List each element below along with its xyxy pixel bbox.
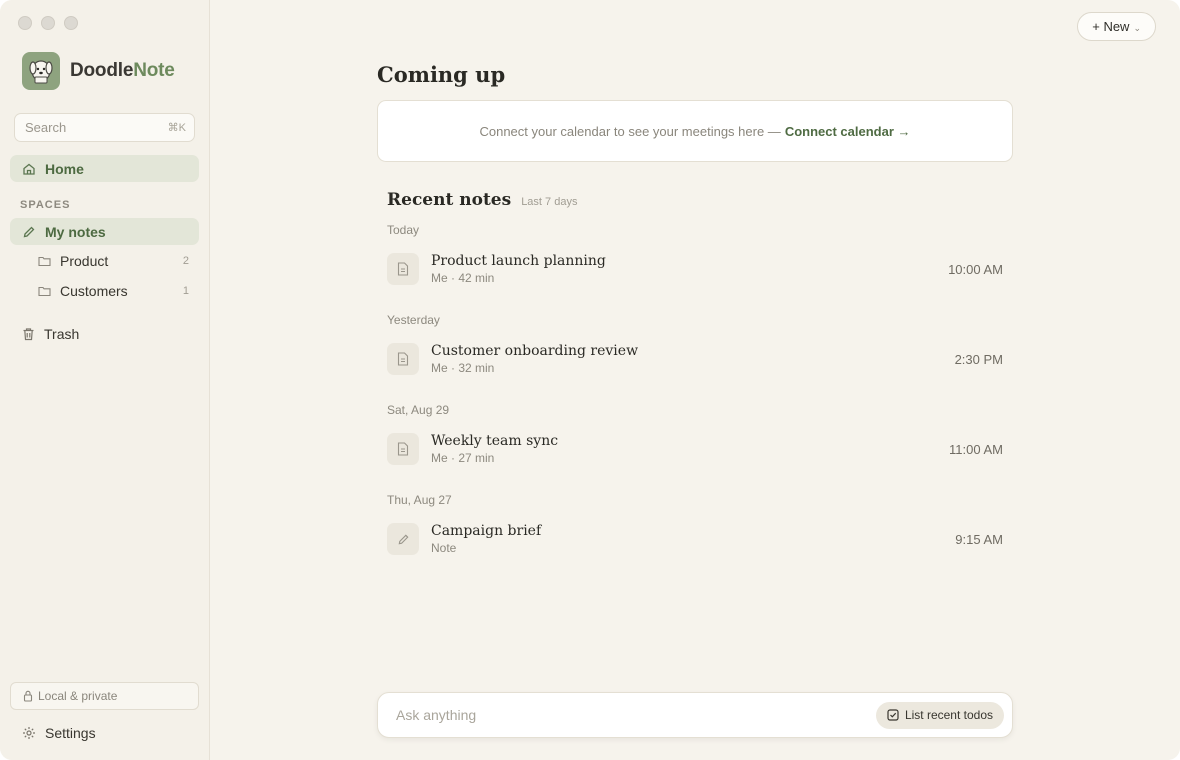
note-time: 10:00 AM [948, 261, 1003, 277]
note-row[interactable]: Customer onboarding review Me · 32 min 2… [387, 339, 1003, 379]
recent-notes-subtitle: Last 7 days [521, 196, 578, 208]
day-label: Sat, Aug 29 [387, 403, 450, 417]
note-title: Weekly team sync [431, 433, 559, 449]
new-button-label: + New [1092, 19, 1130, 34]
main-content: + New ⌄ Coming up Connect your calendar … [210, 0, 1180, 760]
minimize-window-button[interactable] [41, 16, 55, 30]
note-title: Customer onboarding review [431, 343, 639, 359]
calendar-card: Connect your calendar to see your meetin… [377, 100, 1013, 162]
sidebar-item-label: Trash [44, 325, 80, 342]
note-meta: Me · 42 min [431, 271, 495, 285]
folder-count: 1 [182, 285, 189, 297]
sidebar-item-label: My notes [45, 223, 106, 240]
note-meta: Note [431, 541, 457, 555]
folder-label: Product [60, 253, 109, 269]
connect-calendar-link[interactable]: Connect calendar → [785, 124, 911, 139]
note-row[interactable]: Campaign brief Note 9:15 AM [387, 519, 1003, 559]
lock-icon [23, 690, 33, 702]
local-private-badge[interactable]: Local & private [10, 682, 199, 710]
note-row[interactable]: Product launch planning Me · 42 min 10:0… [387, 249, 1003, 289]
document-icon [387, 253, 419, 285]
local-private-label: Local & private [38, 689, 118, 703]
folder-label: Customers [60, 283, 128, 299]
chevron-down-icon: ⌄ [1133, 22, 1141, 33]
note-time: 9:15 AM [955, 531, 1003, 547]
recent-notes-title: Recent notes [387, 190, 512, 210]
day-label: Yesterday [387, 313, 440, 327]
sidebar-item-my-notes[interactable]: My notes [10, 218, 199, 245]
coming-up-title: Coming up [377, 62, 506, 87]
list-recent-todos-chip[interactable]: List recent todos [875, 701, 1004, 729]
recent-notes-header: Recent notes Last 7 days [387, 190, 577, 210]
trash-icon [23, 327, 34, 340]
note-meta: Me · 27 min [431, 451, 495, 465]
folder-icon [38, 286, 51, 297]
note-meta: Me · 32 min [431, 361, 495, 375]
gear-icon [23, 727, 35, 739]
sidebar-folder-customers[interactable]: Customers 1 [38, 280, 189, 302]
ask-bar: List recent todos [377, 692, 1013, 738]
brand-name: DoodleNote [70, 60, 175, 82]
settings-button[interactable]: Settings [22, 725, 96, 741]
search-shortcut: ⌘K [167, 122, 186, 134]
home-icon [23, 163, 35, 175]
sidebar-item-label: Home [45, 160, 84, 177]
search-placeholder: Search [25, 120, 67, 135]
ask-input[interactable] [396, 707, 876, 723]
checkbox-icon [887, 709, 899, 721]
document-icon [387, 343, 419, 375]
sidebar: DoodleNote Search ⌘K Home SPACES My note… [0, 0, 210, 760]
brand: DoodleNote [22, 52, 175, 90]
pencil-icon [387, 523, 419, 555]
app-window: DoodleNote Search ⌘K Home SPACES My note… [0, 0, 1180, 760]
chip-label: List recent todos [904, 708, 993, 722]
close-window-button[interactable] [18, 16, 32, 30]
note-title: Campaign brief [431, 523, 542, 539]
day-label: Thu, Aug 27 [387, 493, 452, 507]
search-input[interactable]: Search ⌘K [14, 113, 195, 142]
calendar-message: Connect your calendar to see your meetin… [479, 123, 781, 139]
document-icon [387, 433, 419, 465]
zoom-window-button[interactable] [64, 16, 78, 30]
brand-name-accent: Note [133, 60, 175, 81]
folder-count: 2 [182, 255, 189, 267]
dog-logo-icon [22, 52, 60, 90]
note-time: 2:30 PM [954, 351, 1003, 367]
sidebar-folder-product[interactable]: Product 2 [38, 250, 189, 272]
brand-name-main: Doodle [70, 60, 134, 81]
pencil-icon [23, 226, 35, 237]
sidebar-item-trash[interactable]: Trash [10, 320, 199, 347]
settings-label: Settings [45, 725, 96, 741]
day-label: Today [387, 223, 420, 237]
sidebar-item-home[interactable]: Home [10, 155, 199, 182]
note-time: 11:00 AM [949, 441, 1003, 457]
note-title: Product launch planning [431, 253, 606, 269]
folder-icon [38, 256, 51, 267]
note-row[interactable]: Weekly team sync Me · 27 min 11:00 AM [387, 429, 1003, 469]
new-button[interactable]: + New ⌄ [1077, 12, 1156, 41]
window-controls [18, 16, 78, 30]
spaces-label: SPACES [20, 199, 71, 211]
